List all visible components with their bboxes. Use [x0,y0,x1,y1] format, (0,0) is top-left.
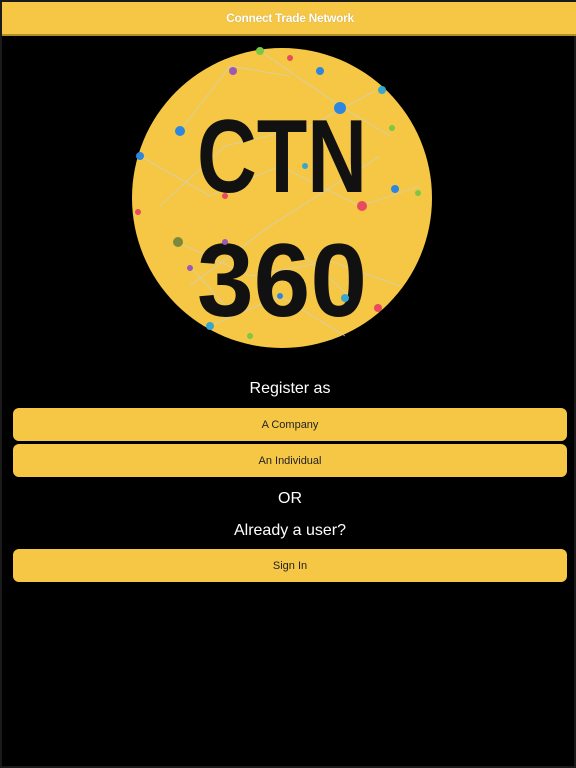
app-window: Connect Trade Network CTN 360 Register a… [0,0,576,768]
sign-in-button[interactable]: Sign In [13,549,567,582]
title-bar: Connect Trade Network [2,2,576,36]
or-separator: OR [278,490,302,507]
register-company-button[interactable]: A Company [13,408,567,441]
register-individual-button[interactable]: An Individual [13,444,567,477]
register-heading: Register as [249,380,331,397]
already-user-heading: Already a user? [233,522,347,539]
ctn360-logo: CTN 360 [130,46,434,350]
app-title: Connect Trade Network [226,11,354,25]
logo-graphic: CTN 360 [132,47,432,348]
